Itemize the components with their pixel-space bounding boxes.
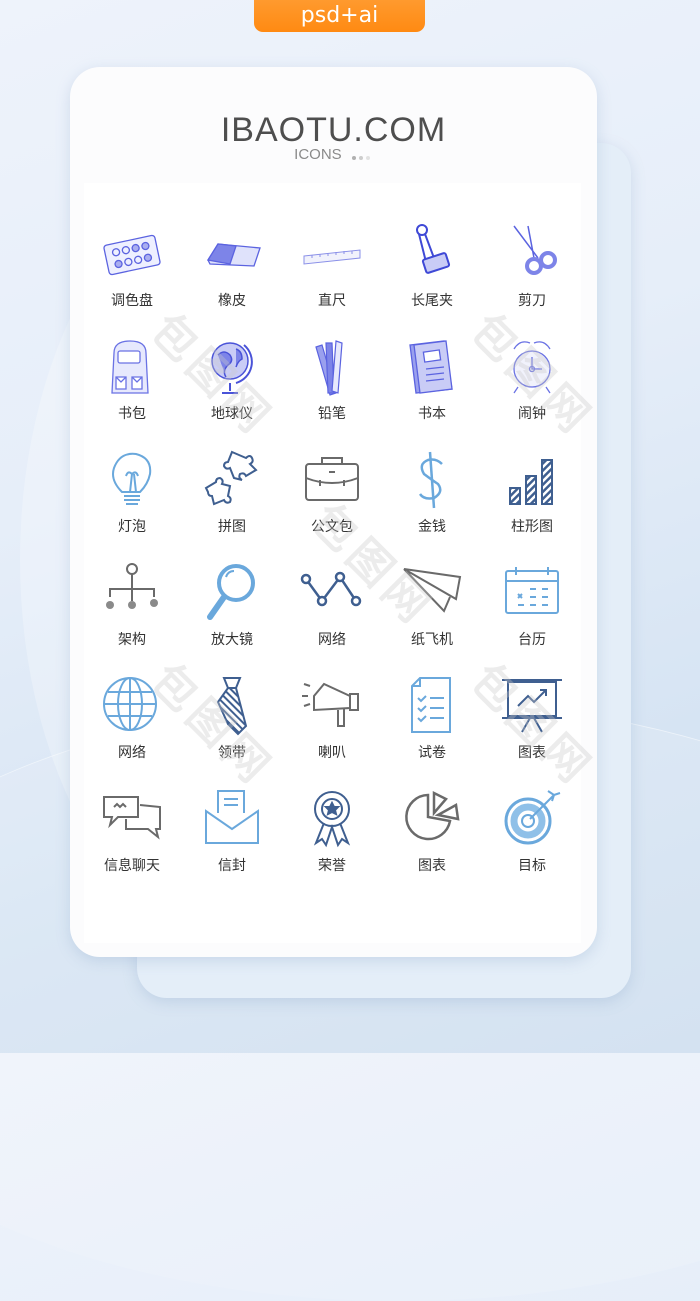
icon-grid: 调色盘 橡皮 直尺 长尾夹 剪刀 书包 地球仪 铅笔 书本 闹钟 灯泡 拼图 公…: [82, 222, 582, 900]
subtitle: ICONS: [294, 146, 342, 163]
icon-label: 图表: [518, 745, 546, 761]
icon-label: 橡皮: [218, 293, 246, 309]
icon-item[interactable]: 金钱: [382, 448, 482, 561]
icon-item[interactable]: 柱形图: [482, 448, 582, 561]
icon-label: 试卷: [418, 745, 446, 761]
icon-item[interactable]: 橡皮: [182, 222, 282, 335]
icon-item[interactable]: 信息聊天: [82, 787, 182, 900]
icon-item[interactable]: 图表: [482, 674, 582, 787]
icon-label: 网络: [318, 632, 346, 648]
icon-label: 柱形图: [511, 519, 553, 535]
site-title: IBAOTU.COM: [220, 111, 447, 149]
icon-item[interactable]: 书本: [382, 335, 482, 448]
icon-label: 公文包: [311, 519, 353, 535]
icon-item[interactable]: 公文包: [282, 448, 382, 561]
format-badge: psd+ai: [254, 0, 425, 32]
icon-item[interactable]: 喇叭: [282, 674, 382, 787]
icon-label: 荣誉: [318, 858, 346, 874]
ruler-icon: [303, 249, 361, 265]
icon-label: 金钱: [418, 519, 446, 535]
magnifier-icon: [207, 564, 255, 620]
backpack-icon: [111, 340, 149, 394]
award-ribbon-icon: [313, 791, 351, 848]
icon-item[interactable]: 网络: [82, 674, 182, 787]
briefcase-icon: [305, 457, 359, 501]
icon-label: 调色盘: [111, 293, 153, 309]
icon-item[interactable]: 闹钟: [482, 335, 582, 448]
calendar-icon: [505, 567, 559, 614]
eraser-icon: [206, 243, 261, 267]
icon-label: 台历: [518, 632, 546, 648]
icon-item[interactable]: 领带: [182, 674, 282, 787]
dots-decoration: [351, 147, 373, 164]
world-icon: [103, 677, 157, 731]
icon-label: 灯泡: [118, 519, 146, 535]
icon-item[interactable]: 图表: [382, 787, 482, 900]
dollar-icon: [418, 451, 443, 509]
icon-label: 信息聊天: [104, 858, 160, 874]
icon-item[interactable]: 书包: [82, 335, 182, 448]
pie-chart-icon: [405, 790, 460, 841]
icon-item[interactable]: 拼图: [182, 448, 282, 561]
icon-label: 书包: [118, 406, 146, 422]
book-icon: [409, 340, 453, 394]
icon-item[interactable]: 纸飞机: [382, 561, 482, 674]
icon-label: 目标: [518, 858, 546, 874]
icon-label: 喇叭: [318, 745, 346, 761]
icon-item[interactable]: 架构: [82, 561, 182, 674]
icon-label: 闹钟: [518, 406, 546, 422]
puzzle-icon: [204, 450, 258, 506]
icon-label: 铅笔: [318, 406, 346, 422]
globe-icon: [211, 342, 253, 394]
tie-icon: [216, 677, 248, 736]
icon-item[interactable]: 放大镜: [182, 561, 282, 674]
megaphone-icon: [302, 682, 359, 727]
icon-item[interactable]: 剪刀: [482, 222, 582, 335]
icon-item[interactable]: 台历: [482, 561, 582, 674]
icon-item[interactable]: 灯泡: [82, 448, 182, 561]
envelope-icon: [205, 790, 259, 844]
org-chart-icon: [106, 563, 158, 609]
target-icon: [504, 790, 561, 845]
scissors-icon: [513, 225, 557, 275]
icon-label: 长尾夹: [411, 293, 453, 309]
icon-item[interactable]: 信封: [182, 787, 282, 900]
network-line-icon: [300, 571, 362, 607]
icon-item[interactable]: 铅笔: [282, 335, 382, 448]
chat-bubbles-icon: [103, 796, 161, 840]
icon-label: 地球仪: [211, 406, 253, 422]
icon-label: 书本: [418, 406, 446, 422]
binder-clip-icon: [416, 224, 451, 274]
icon-item[interactable]: 长尾夹: [382, 222, 482, 335]
alarm-clock-icon: [513, 341, 551, 394]
checklist-icon: [411, 677, 451, 733]
paper-plane-icon: [403, 568, 462, 613]
icon-label: 网络: [118, 745, 146, 761]
icon-item[interactable]: 直尺: [282, 222, 382, 335]
icon-item[interactable]: 网络: [282, 561, 382, 674]
icon-label: 纸飞机: [411, 632, 453, 648]
icon-item[interactable]: 荣誉: [282, 787, 382, 900]
icon-item[interactable]: 地球仪: [182, 335, 282, 448]
icon-label: 直尺: [318, 293, 346, 309]
icon-label: 图表: [418, 858, 446, 874]
icon-label: 剪刀: [518, 293, 546, 309]
icon-item[interactable]: 目标: [482, 787, 582, 900]
icon-label: 架构: [118, 632, 146, 648]
icon-item[interactable]: 试卷: [382, 674, 482, 787]
icon-label: 放大镜: [211, 632, 253, 648]
icon-item[interactable]: 调色盘: [82, 222, 182, 335]
bar-chart-icon: [509, 459, 553, 505]
pencils-icon: [315, 340, 343, 396]
icon-label: 拼图: [218, 519, 246, 535]
lightbulb-icon: [112, 452, 152, 505]
presentation-chart-icon: [502, 679, 562, 733]
palette-icon: [103, 234, 161, 276]
icon-label: 信封: [218, 858, 246, 874]
subtitle-row: ICONS: [70, 146, 597, 164]
icon-label: 领带: [218, 745, 246, 761]
